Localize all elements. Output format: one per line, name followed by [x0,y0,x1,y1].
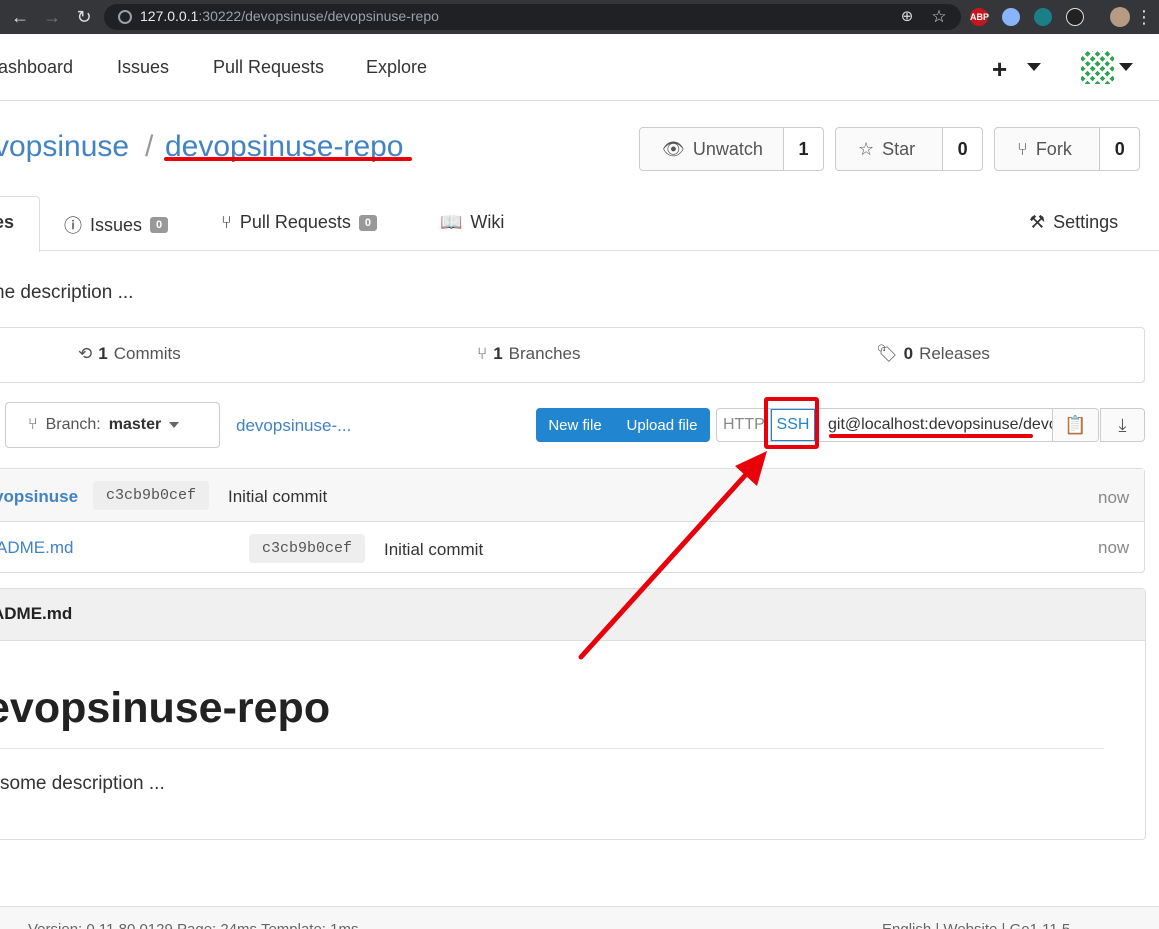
http-clone-button[interactable]: HTTP [717,409,771,441]
fork-button[interactable]: ⑂ Fork [995,128,1101,170]
issues-count-badge: 0 [150,217,169,233]
pull-requests-count-badge: 0 [358,214,377,231]
commit-time: now [1098,488,1130,507]
profile-avatar[interactable] [1110,7,1130,27]
reload-icon[interactable]: ↻ [72,5,96,29]
repo-description: ne description ... [0,282,134,303]
tools-icon: ⚒ [1029,212,1046,232]
annotation-underline [164,157,412,161]
fork-icon: ⑂ [1017,138,1028,159]
back-arrow-icon[interactable]: ← [8,5,32,29]
forks-count[interactable]: 0 [1100,128,1139,170]
bookmark-star-icon[interactable]: ☆ [927,5,951,29]
star-button[interactable]: ☆ Star [836,128,944,170]
top-navigation [0,34,1159,101]
extension-icon[interactable] [1002,8,1020,26]
nav-issues[interactable]: Issues [117,57,169,78]
table-row-file-link[interactable]: ADME.md [0,538,73,558]
readme-header [0,589,1145,641]
pull-request-icon: ⑂ [221,212,232,232]
branch-selector[interactable]: ⑂ Branch: master [5,402,220,448]
readme-heading: evopsinuse-repo [0,684,331,732]
commit-author-link[interactable]: vopsinuse [0,487,78,507]
releases-stat[interactable]: 🏷 0 Releases [876,344,990,364]
footer-version: Version: 0.11.80.0129 Page: 24ms Templat… [28,921,358,929]
history-icon: ⟲ [78,344,93,363]
menu-kebab-icon[interactable]: ⋮ [1132,5,1156,29]
star-button-group: ☆ Star 0 [835,127,983,171]
forward-arrow-icon[interactable]: → [40,5,64,29]
adblock-extension-icon[interactable]: ABP [970,8,989,26]
annotation-underline [829,434,1033,438]
annotation-ssh-box [764,397,819,449]
nav-pull-requests[interactable]: Pull Requests [213,57,324,78]
table-row-time: now [1098,538,1130,557]
readme-body: some description ... [0,773,165,794]
copy-clipboard-icon[interactable]: 📋 [1052,409,1098,441]
new-file-button[interactable]: New file [536,408,614,442]
eye-icon: 👁 [662,138,685,159]
star-icon: ☆ [858,138,875,159]
extension-icon[interactable] [1066,8,1084,26]
tab-pull-requests[interactable]: ⑂ Pull Requests 0 [221,212,377,233]
tab-issues[interactable]: ⓘ Issues 0 [64,212,169,238]
extension-icon[interactable] [1034,8,1052,26]
nav-explore[interactable]: Explore [366,57,427,78]
info-icon[interactable] [118,10,132,24]
download-icon[interactable]: ⤓ [1100,408,1145,442]
book-icon: 📖 [440,212,463,232]
fork-button-group: ⑂ Fork 0 [994,127,1140,171]
upload-file-button[interactable]: Upload file [614,408,710,442]
breadcrumb[interactable]: devopsinuse-... [236,416,351,436]
chevron-down-icon [169,422,180,428]
repo-path-separator: / [145,130,154,163]
footer-links[interactable]: English | Website | Go1.11.5 [882,921,1070,929]
tab-settings[interactable]: ⚒ Settings [1029,212,1118,233]
commit-message[interactable]: Initial commit [228,487,327,507]
stars-count[interactable]: 0 [943,128,982,170]
zoom-icon[interactable]: ⊕ [895,5,919,29]
user-avatar[interactable] [1081,51,1114,84]
tab-files[interactable]: es [0,212,14,233]
browser-toolbar: ← → ↻ 127.0.0.1:30222/devopsinuse/devops… [0,0,1159,34]
branch-icon: ⑂ [28,416,38,433]
repo-owner-link[interactable]: vopsinuse [0,130,129,164]
issue-opened-icon: ⓘ [64,216,82,236]
table-row-sha[interactable]: c3cb9b0cef [249,534,366,563]
readme-divider [0,748,1104,749]
branches-stat[interactable]: ⑂ 1 Branches [477,344,581,364]
chevron-down-icon[interactable] [1027,63,1041,71]
branch-icon: ⑂ [477,344,488,363]
watchers-count[interactable]: 1 [784,128,823,170]
commit-sha-badge[interactable]: c3cb9b0cef [93,481,210,510]
nav-dashboard[interactable]: ashboard [0,57,73,78]
readme-filename: ADME.md [0,604,73,623]
url-text: 127.0.0.1:30222/devopsinuse/devopsinuse-… [140,8,439,24]
unwatch-button[interactable]: 👁 Unwatch [640,128,784,170]
commits-stat[interactable]: ⟲ 1 Commits [78,344,181,364]
create-new-plus-icon[interactable]: + [992,54,1007,85]
repo-tab-bar [0,250,1159,251]
unwatch-button-group: 👁 Unwatch 1 [639,127,824,171]
file-actions-group: New file Upload file [536,408,710,442]
tag-icon: 🏷 [876,344,898,363]
chevron-down-icon[interactable] [1119,63,1133,71]
table-row-message[interactable]: Initial commit [384,540,483,560]
tab-wiki[interactable]: 📖 Wiki [440,212,504,233]
